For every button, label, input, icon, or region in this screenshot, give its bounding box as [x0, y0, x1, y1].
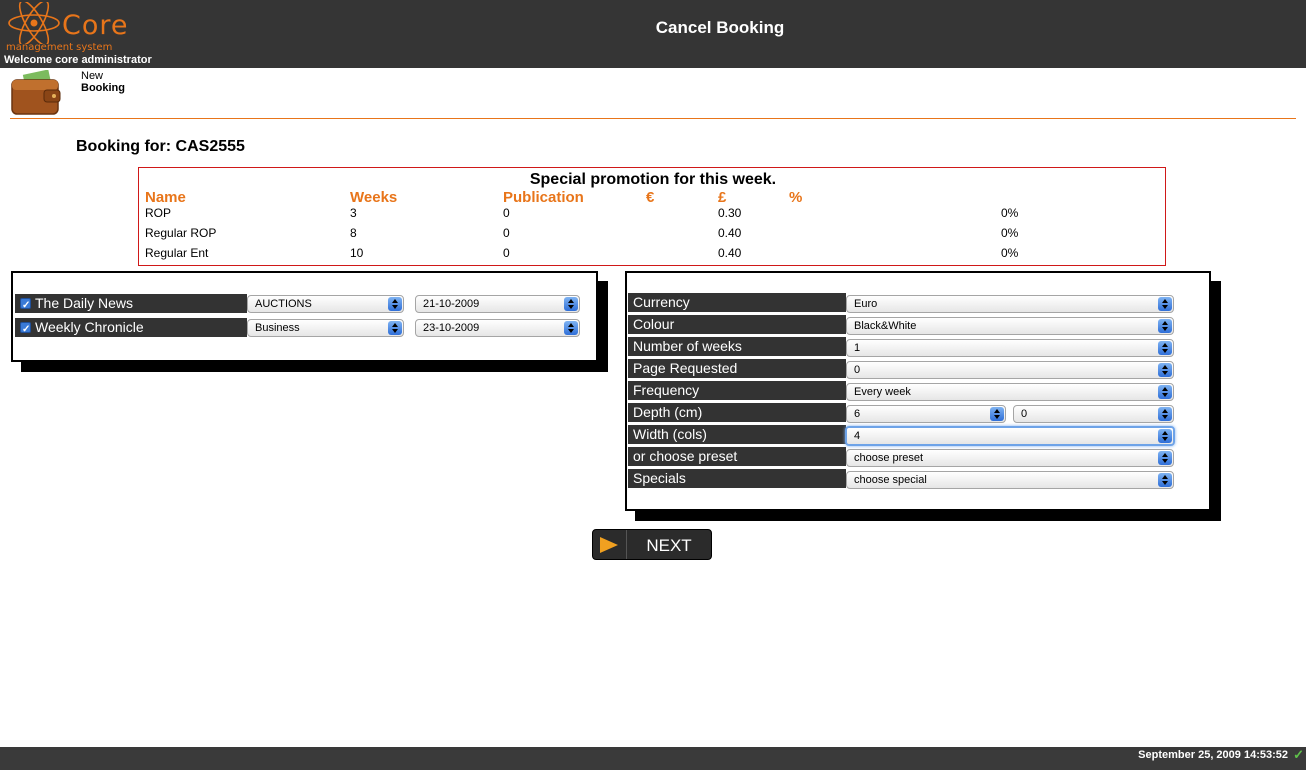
table-cell: 8 [350, 226, 357, 240]
checkbox-daily-news[interactable] [20, 296, 31, 315]
new-booking-line2: Booking [81, 82, 125, 94]
select-value: 23-10-2009 [423, 322, 480, 334]
label-colour: Colour [628, 315, 846, 334]
date-select-daily-news[interactable]: 21-10-2009 [415, 295, 580, 313]
checkbox-weekly-chronicle[interactable] [20, 320, 31, 339]
select-value: Euro [854, 298, 878, 310]
wallet-icon [11, 70, 61, 115]
promotion-table: Special promotion for this week. Name We… [138, 167, 1166, 266]
section-select-weekly-chronicle[interactable]: Business [247, 319, 404, 337]
select-value: Every week [854, 386, 911, 398]
promotion-title: Special promotion for this week. [529, 171, 777, 188]
table-cell: 10 [350, 246, 364, 260]
check-icon: ✓ [1293, 747, 1304, 762]
select-value: Black&White [854, 320, 917, 332]
select-value: choose preset [854, 452, 924, 464]
column-header-weeks: Weeks [350, 189, 398, 206]
status-datetime: September 25, 2009 14:53:52 [1138, 749, 1288, 761]
table-cell: 0 [503, 246, 510, 260]
label-frequency: Frequency [628, 381, 846, 400]
column-header-publication: Publication [503, 189, 584, 206]
logo-subtitle: management system [6, 42, 113, 53]
select-value: 4 [854, 430, 861, 442]
chevron-updown-icon [1158, 451, 1172, 465]
table-cell: 0.40 [718, 246, 742, 260]
arrow-right-icon [600, 537, 618, 553]
new-booking-link[interactable]: New Booking [10, 70, 210, 118]
new-booking-line1: New [81, 70, 104, 82]
table-cell: 0.30 [718, 206, 742, 220]
label-preset: or choose preset [628, 447, 846, 466]
chevron-updown-icon [388, 297, 402, 311]
chevron-updown-icon [1158, 319, 1172, 333]
label-currency: Currency [628, 293, 846, 312]
chevron-updown-icon [1158, 341, 1172, 355]
select-value: AUCTIONS [255, 298, 312, 310]
width-select[interactable]: 4 [845, 426, 1175, 446]
top-bar: Core management system Welcome core admi… [0, 0, 1306, 68]
table-cell: 0 [503, 226, 510, 240]
select-value: choose special [854, 474, 927, 486]
select-value: 0 [854, 364, 861, 376]
booking-for-heading: Booking for: CAS2555 [76, 138, 245, 155]
chevron-updown-icon [990, 407, 1004, 421]
label-number-of-weeks: Number of weeks [628, 337, 846, 356]
label-depth: Depth (cm) [628, 403, 846, 422]
frequency-select[interactable]: Every week [846, 383, 1174, 401]
table-cell: Regular ROP [145, 226, 217, 240]
column-header-name: Name [145, 189, 186, 206]
select-value: 0 [1021, 408, 1028, 420]
table-cell: 0.40 [718, 226, 742, 240]
preset-select[interactable]: choose preset [846, 449, 1174, 467]
select-value: 21-10-2009 [423, 298, 480, 310]
options-panel: Currency Euro Colour Black&White Number … [625, 271, 1211, 511]
page-title: Cancel Booking [655, 18, 785, 37]
specials-select[interactable]: choose special [846, 471, 1174, 489]
column-header-percent: % [789, 189, 803, 206]
select-value: 6 [854, 408, 861, 420]
chevron-updown-icon [1158, 297, 1172, 311]
table-cell: Regular Ent [145, 246, 209, 260]
chevron-updown-icon [1158, 473, 1172, 487]
table-cell: 0% [1001, 246, 1019, 260]
chevron-updown-icon [564, 321, 578, 335]
table-cell: 3 [350, 206, 357, 220]
label-page-requested: Page Requested [628, 359, 846, 378]
next-button-label: NEXT [646, 536, 692, 555]
chevron-updown-icon [1158, 385, 1172, 399]
publication-name: Weekly Chronicle [35, 319, 144, 335]
divider [10, 118, 1296, 119]
label-width: Width (cols) [628, 425, 846, 444]
weeks-select[interactable]: 1 [846, 339, 1174, 357]
select-value: 1 [854, 342, 861, 354]
status-bar: September 25, 2009 14:53:52 ✓ [0, 747, 1306, 770]
chevron-updown-icon [1158, 429, 1172, 443]
table-cell: ROP [145, 206, 172, 220]
table-cell: 0 [503, 206, 510, 220]
currency-select[interactable]: Euro [846, 295, 1174, 313]
chevron-updown-icon [1158, 407, 1172, 421]
colour-select[interactable]: Black&White [846, 317, 1174, 335]
welcome-text: Welcome core administrator [4, 54, 152, 66]
publications-panel: The Daily News AUCTIONS 21-10-2009 Weekl… [11, 271, 598, 362]
date-select-weekly-chronicle[interactable]: 23-10-2009 [415, 319, 580, 337]
publication-row-weekly-chronicle: Weekly Chronicle [15, 318, 247, 339]
column-header-euro: € [646, 189, 655, 206]
label-specials: Specials [628, 469, 846, 488]
section-select-daily-news[interactable]: AUCTIONS [247, 295, 404, 313]
publication-row-daily-news: The Daily News [15, 294, 247, 315]
publication-name: The Daily News [35, 295, 134, 311]
column-header-pound: £ [718, 189, 727, 206]
page-select[interactable]: 0 [846, 361, 1174, 379]
chevron-updown-icon [564, 297, 578, 311]
table-cell: 0% [1001, 206, 1019, 220]
table-cell: 0% [1001, 226, 1019, 240]
chevron-updown-icon [388, 321, 402, 335]
next-button[interactable]: NEXT [592, 529, 712, 560]
select-value: Business [255, 322, 300, 334]
depth-fraction-select[interactable]: 0 [1013, 405, 1174, 423]
depth-select[interactable]: 6 [846, 405, 1006, 423]
chevron-updown-icon [1158, 363, 1172, 377]
